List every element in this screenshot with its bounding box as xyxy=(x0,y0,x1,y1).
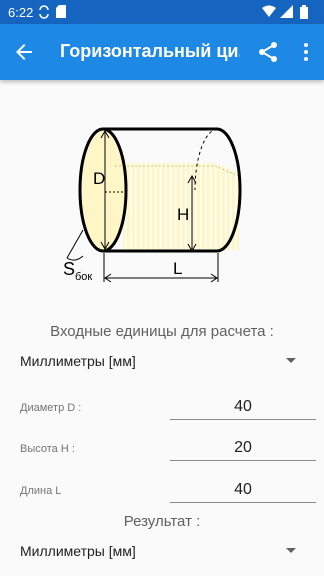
status-time: 6:22 xyxy=(8,5,34,20)
signal-icon xyxy=(280,5,293,21)
field-diameter: Диаметр D : xyxy=(0,390,324,424)
sd-card-icon xyxy=(56,5,66,21)
input-units-title: Входные единицы для расчета : xyxy=(50,323,274,340)
label-s: S xyxy=(63,259,75,279)
result-units-select[interactable]: Миллиметры [мм] xyxy=(20,540,300,566)
wifi-icon xyxy=(262,5,276,20)
battery-icon xyxy=(300,5,308,22)
input-units-select[interactable]: Миллиметры [мм] xyxy=(20,350,300,376)
result-units-value: Миллиметры [мм] xyxy=(20,543,136,559)
label-h: H xyxy=(177,205,189,224)
diameter-input[interactable] xyxy=(170,394,316,420)
height-input[interactable] xyxy=(170,435,316,461)
label-l: L xyxy=(173,259,182,278)
field-label-height: Высота H : xyxy=(20,443,75,455)
input-units-value: Миллиметры [мм] xyxy=(20,353,136,369)
more-vert-icon[interactable] xyxy=(298,40,314,64)
app-bar: Горизонтальный ци... xyxy=(0,24,324,80)
sync-icon xyxy=(38,5,50,22)
label-s-sub: бок xyxy=(75,271,92,283)
field-length: Длина L xyxy=(0,473,324,507)
status-bar: 6:22 xyxy=(0,0,324,24)
field-label-length: Длина L xyxy=(20,485,62,497)
page-title: Горизонтальный ци... xyxy=(60,41,240,61)
label-d: D xyxy=(93,169,105,188)
field-height: Высота H : xyxy=(0,431,324,465)
share-icon[interactable] xyxy=(256,40,280,64)
dropdown-arrow-icon xyxy=(286,358,296,363)
cylinder-diagram: D H L S бок xyxy=(55,120,275,290)
field-label-diameter: Диаметр D : xyxy=(20,402,82,414)
length-input[interactable] xyxy=(170,477,316,503)
arrow-back-icon[interactable] xyxy=(12,40,36,64)
dropdown-arrow-icon xyxy=(286,548,296,553)
result-title: Результат : xyxy=(123,513,201,530)
